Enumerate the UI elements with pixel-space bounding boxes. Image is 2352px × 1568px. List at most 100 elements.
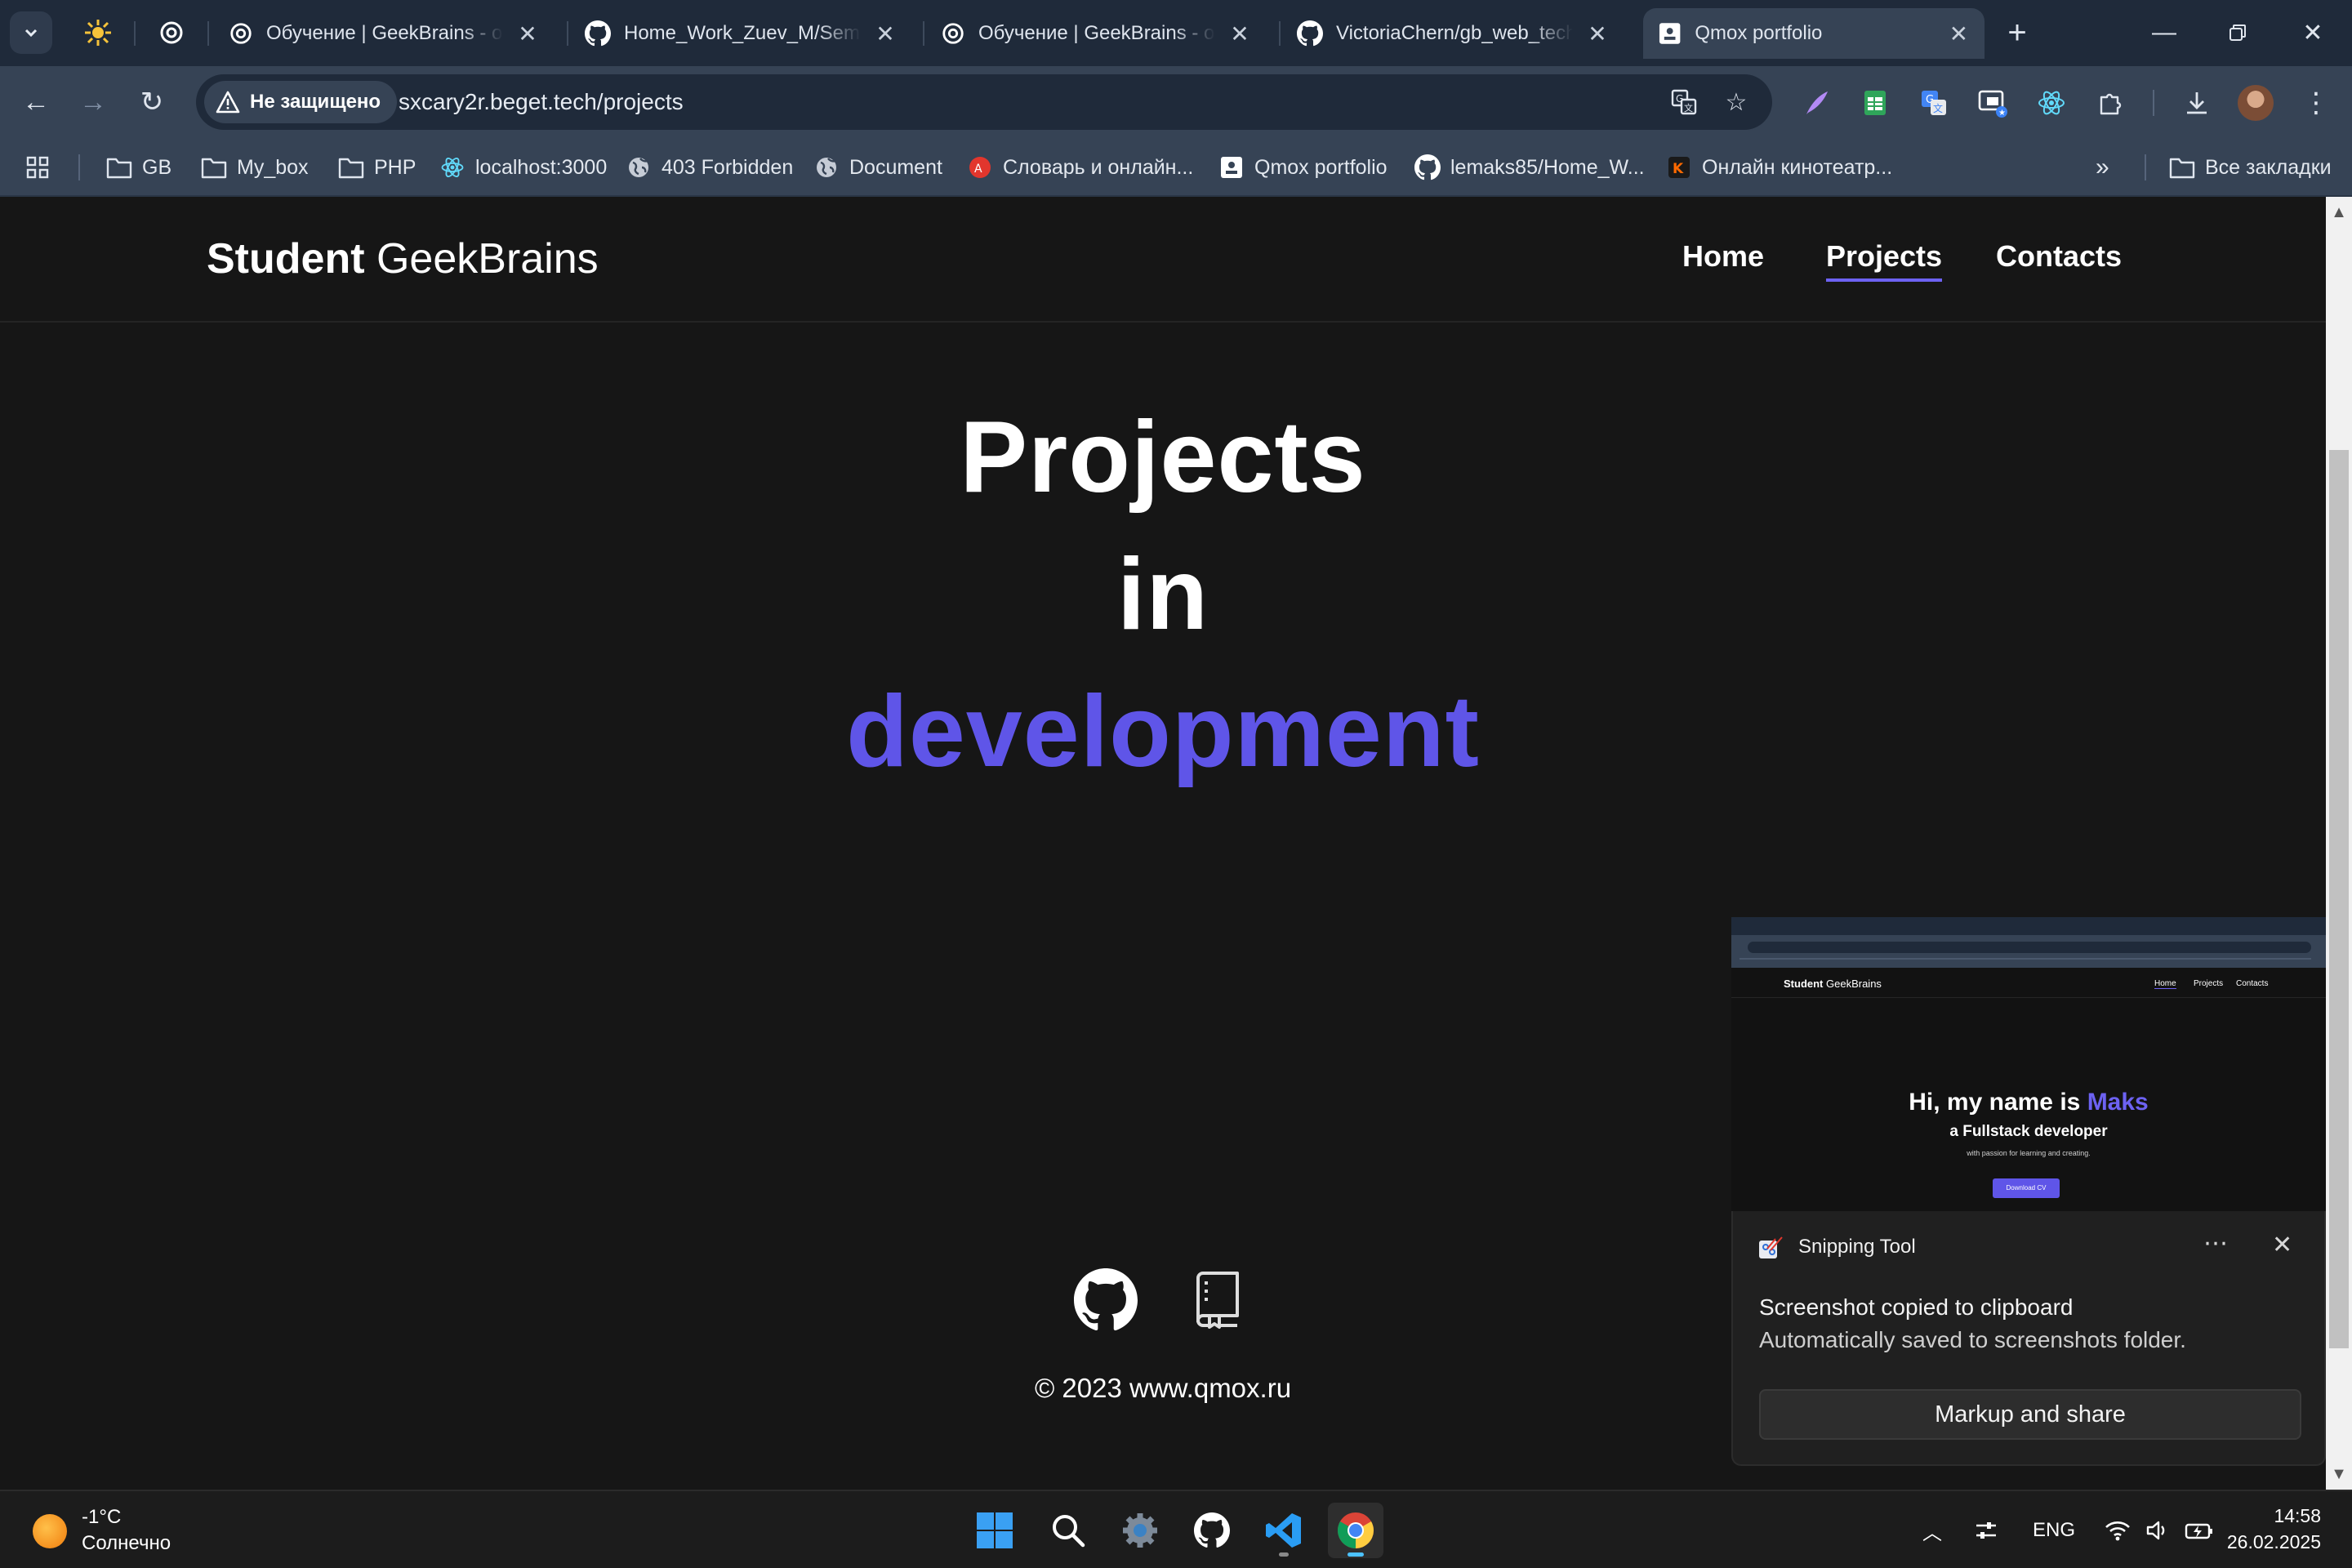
- tab-geekbrains-1[interactable]: Обучение | GeekBrains - об ✕: [214, 8, 554, 59]
- github-link[interactable]: [1074, 1268, 1138, 1336]
- security-chip[interactable]: Не защищено: [204, 81, 398, 123]
- security-label: Не защищено: [250, 91, 381, 113]
- svg-text:★: ★: [1998, 109, 2006, 118]
- bookmark-document[interactable]: Document: [813, 151, 942, 184]
- bookmark-star-button[interactable]: ☆: [1718, 84, 1754, 120]
- show-hidden-icons-button[interactable]: ︿: [1916, 1512, 1949, 1548]
- more-bookmarks-button[interactable]: »: [2096, 151, 2109, 184]
- translate-button[interactable]: G文: [1666, 84, 1702, 120]
- extensions-menu-button[interactable]: [2091, 83, 2130, 122]
- more-vertical-icon: ⋮: [2302, 87, 2330, 118]
- extension-feather[interactable]: [1797, 83, 1836, 122]
- restore-button[interactable]: [2213, 15, 2262, 51]
- url-text[interactable]: sxcary2r.beget.tech/projects: [399, 89, 684, 115]
- preview-role: a Fullstack developer: [1949, 1123, 2108, 1140]
- system-clock[interactable]: 14:58 26.02.2025: [2221, 1503, 2321, 1555]
- tab-close-icon[interactable]: ✕: [1586, 20, 1609, 47]
- chrome-icon: [1338, 1512, 1374, 1548]
- close-window-button[interactable]: ✕: [2288, 15, 2337, 51]
- download-icon: [2187, 92, 2207, 114]
- repository-link[interactable]: [1193, 1270, 1242, 1334]
- reload-button[interactable]: ↻: [129, 79, 175, 125]
- bookmark-my-box[interactable]: My_box: [201, 151, 309, 184]
- tab-separator: [567, 21, 568, 46]
- openai-icon: [942, 23, 964, 44]
- pinned-tab-openai[interactable]: [150, 11, 193, 54]
- google-translate-icon: G文: [1922, 91, 1946, 115]
- tab-github-homework[interactable]: Home_Work_Zuev_M/Semin ✕: [570, 8, 911, 59]
- bookmark-qmox-portfolio[interactable]: Qmox portfolio: [1218, 151, 1388, 184]
- extension-sheets[interactable]: [1855, 83, 1895, 122]
- scroll-thumb[interactable]: [2329, 450, 2349, 1348]
- bookmark-403-forbidden[interactable]: 403 Forbidden: [626, 151, 793, 184]
- pinned-tab-sun[interactable]: [77, 11, 119, 54]
- preview-nav-home: Home: [2154, 979, 2176, 989]
- all-bookmarks-button[interactable]: Все закладки: [2169, 151, 2332, 184]
- omnibox[interactable]: Не защищено sxcary2r.beget.tech/projects…: [196, 74, 1772, 130]
- minimize-button[interactable]: —: [2140, 15, 2189, 51]
- markup-and-share-button[interactable]: Markup and share: [1759, 1389, 2301, 1440]
- wifi-icon: [2105, 1521, 2130, 1541]
- input-language-button[interactable]: ENG: [2025, 1512, 2082, 1548]
- nav-contacts[interactable]: Contacts: [1996, 239, 2122, 274]
- profile-avatar[interactable]: [2238, 85, 2274, 121]
- page-icon: [1659, 23, 1681, 44]
- github-desktop-app[interactable]: [1184, 1503, 1240, 1558]
- bookmark-label: Document: [849, 155, 942, 179]
- downloads-button[interactable]: [2177, 83, 2216, 122]
- bookmark-lemaks85[interactable]: lemaks85/Home_W...: [1414, 151, 1645, 184]
- extension-picture-in-picture[interactable]: ★: [1973, 83, 2012, 122]
- scroll-up-icon[interactable]: ▲: [2326, 200, 2352, 225]
- quick-settings-button[interactable]: [2092, 1512, 2226, 1548]
- bookmark-label: 403 Forbidden: [662, 155, 794, 179]
- tab-qmox-portfolio[interactable]: Qmox portfolio ✕: [1643, 8, 1984, 59]
- tab-geekbrains-2[interactable]: Обучение | GeekBrains - об ✕: [926, 8, 1266, 59]
- extension-react-devtools[interactable]: [2032, 83, 2071, 122]
- chrome-app[interactable]: [1328, 1503, 1383, 1558]
- close-icon[interactable]: ✕: [2272, 1231, 2292, 1259]
- extension-google-translate[interactable]: G文: [1914, 83, 1953, 122]
- restore-icon: [2230, 24, 2246, 41]
- page-scrollbar[interactable]: ▲ ▼: [2326, 197, 2352, 1490]
- tab-search-button[interactable]: [10, 11, 52, 54]
- preview-browser-chrome: [1731, 917, 2326, 968]
- cinema-icon: K: [1666, 154, 1692, 180]
- bookmark-dictionary[interactable]: A Словарь и онлайн...: [967, 151, 1193, 184]
- apps-button[interactable]: [24, 151, 51, 184]
- sliders-icon: [1976, 1522, 1996, 1539]
- bookmark-label: Словарь и онлайн...: [1003, 155, 1194, 179]
- scroll-down-icon[interactable]: ▼: [2326, 1462, 2352, 1486]
- tab-separator: [207, 21, 209, 46]
- more-options-icon[interactable]: ⋯: [2203, 1229, 2230, 1258]
- start-button[interactable]: [967, 1503, 1022, 1558]
- hero-line-in: in: [1116, 538, 1209, 651]
- vscode-app[interactable]: [1256, 1503, 1312, 1558]
- star-icon: ☆: [1725, 88, 1748, 116]
- tab-close-icon[interactable]: ✕: [1948, 20, 1970, 47]
- new-tab-button[interactable]: +: [1999, 15, 2035, 51]
- puzzle-icon: [2100, 93, 2122, 115]
- bookmark-label: PHP: [374, 155, 416, 179]
- screenshot-preview[interactable]: Student GeekBrains Home Projects Contact…: [1731, 917, 2326, 1211]
- forward-button[interactable]: →: [70, 79, 116, 125]
- bookmark-cinema[interactable]: K Онлайн кинотеатр...: [1666, 151, 1892, 184]
- tab-close-icon[interactable]: ✕: [516, 20, 539, 47]
- search-button[interactable]: [1040, 1503, 1096, 1558]
- chrome-menu-button[interactable]: ⋮: [2296, 83, 2336, 122]
- nav-projects[interactable]: Projects: [1826, 239, 1943, 282]
- folder-icon: [106, 154, 132, 180]
- preview-brand: Student GeekBrains: [1784, 978, 1882, 990]
- reload-icon: ↻: [140, 87, 164, 118]
- tab-close-icon[interactable]: ✕: [1228, 20, 1251, 47]
- toolbar-divider: [2153, 90, 2154, 116]
- settings-app[interactable]: [1112, 1503, 1168, 1558]
- back-button[interactable]: ←: [13, 79, 59, 125]
- tray-mixer-icon[interactable]: [1968, 1512, 2004, 1548]
- bookmark-php[interactable]: PHP: [338, 151, 416, 184]
- tab-close-icon[interactable]: ✕: [874, 20, 897, 47]
- nav-home[interactable]: Home: [1682, 239, 1764, 274]
- site-logo[interactable]: Student GeekBrains: [207, 234, 599, 283]
- bookmark-gb[interactable]: GB: [106, 151, 172, 184]
- tab-github-victoria[interactable]: VictoriaChern/gb_web_tech ✕: [1282, 8, 1624, 59]
- bookmark-localhost[interactable]: localhost:3000: [439, 151, 607, 184]
